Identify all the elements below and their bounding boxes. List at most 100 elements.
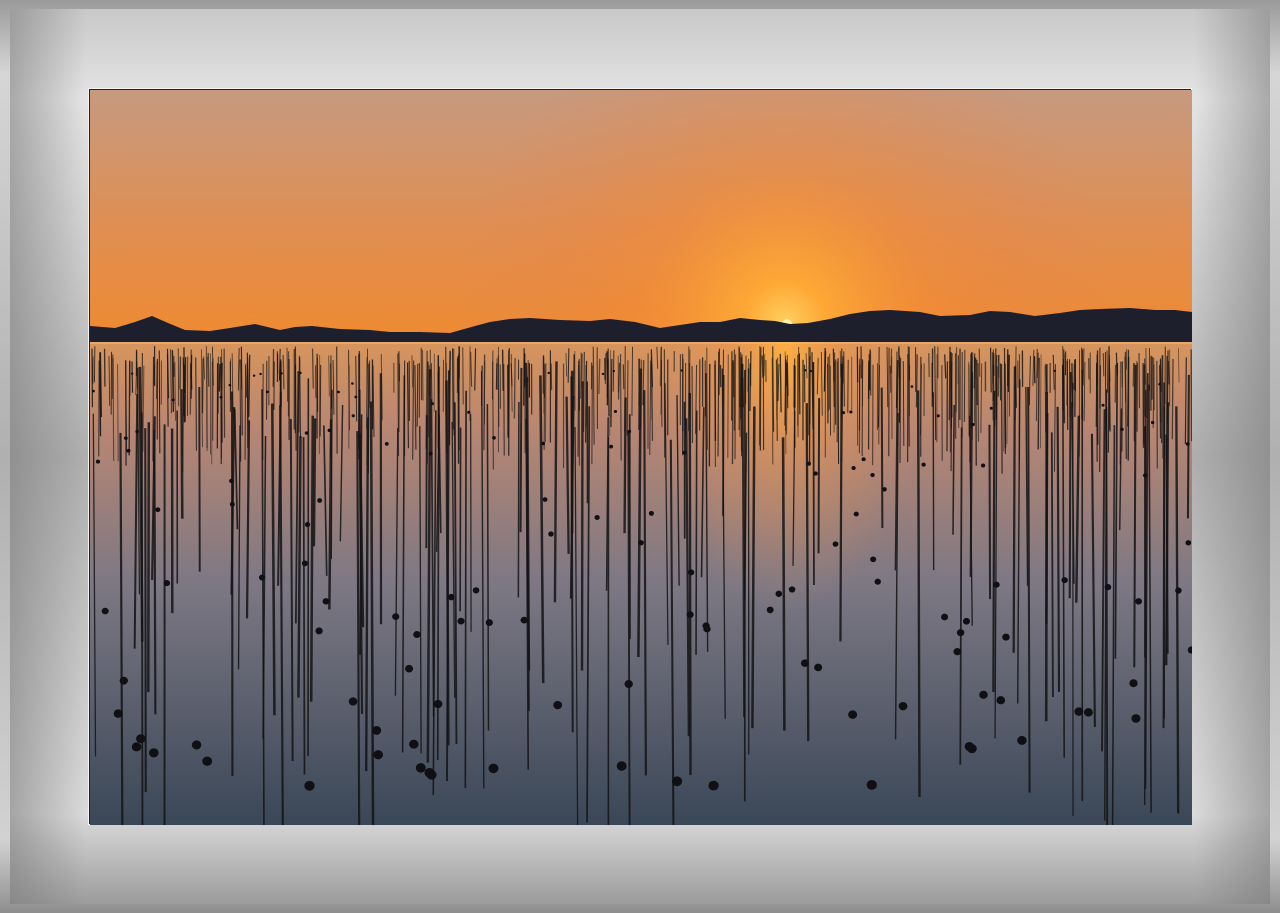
buoy xyxy=(627,429,632,434)
buoy xyxy=(415,763,426,773)
pole xyxy=(464,390,467,788)
pole xyxy=(781,437,786,731)
buoy xyxy=(202,756,213,766)
buoy xyxy=(327,428,332,433)
buoy xyxy=(409,739,419,749)
buoy xyxy=(882,487,887,492)
buoy xyxy=(979,690,988,699)
buoy xyxy=(492,436,496,440)
pole xyxy=(620,353,622,461)
buoy xyxy=(131,742,142,752)
buoy xyxy=(788,586,796,593)
buoy xyxy=(708,780,719,791)
buoy xyxy=(123,436,128,440)
pole xyxy=(992,390,996,693)
buoy xyxy=(229,478,234,484)
buoy xyxy=(1120,427,1124,432)
buoy xyxy=(1185,442,1190,446)
pole xyxy=(779,353,782,413)
picture-frame xyxy=(0,0,1280,913)
buoy xyxy=(638,539,644,546)
pole xyxy=(1068,371,1072,599)
buoy xyxy=(252,374,256,377)
buoy xyxy=(1083,708,1093,717)
buoy xyxy=(601,372,605,376)
pole xyxy=(722,375,725,516)
buoy xyxy=(371,726,382,735)
sunset-photo xyxy=(90,90,1192,825)
buoy xyxy=(766,606,774,614)
pole xyxy=(659,347,662,387)
buoy xyxy=(299,371,302,375)
pole xyxy=(328,355,330,397)
pole xyxy=(948,346,951,421)
pole xyxy=(1127,349,1130,427)
buoy xyxy=(191,740,202,750)
buoy xyxy=(317,498,323,503)
buoy xyxy=(163,580,171,587)
buoy xyxy=(848,710,858,719)
buoy xyxy=(814,663,823,672)
pole xyxy=(451,348,454,430)
pole xyxy=(899,357,902,463)
pole xyxy=(843,351,845,407)
buoy xyxy=(921,462,926,467)
buoy xyxy=(1017,735,1027,745)
buoy xyxy=(219,395,223,399)
buoy xyxy=(304,431,309,435)
buoy xyxy=(671,776,683,787)
buoy xyxy=(229,501,235,507)
pole xyxy=(416,363,419,427)
buoy xyxy=(613,410,618,414)
buoy xyxy=(870,556,877,563)
pole xyxy=(738,346,741,408)
buoy xyxy=(870,472,875,478)
pole xyxy=(902,361,905,447)
buoy xyxy=(488,763,499,774)
pole xyxy=(1074,360,1077,391)
pole xyxy=(976,359,979,406)
pole xyxy=(839,363,843,642)
pole xyxy=(631,346,633,416)
buoy xyxy=(956,629,965,637)
buoy xyxy=(609,444,614,449)
pole xyxy=(190,364,193,390)
buoy xyxy=(348,697,358,706)
buoy xyxy=(861,457,866,462)
pole xyxy=(517,402,520,598)
pole xyxy=(501,349,504,391)
buoy xyxy=(941,613,949,621)
buoy xyxy=(813,471,818,476)
buoy xyxy=(1142,473,1148,478)
buoy xyxy=(953,647,962,656)
pole xyxy=(877,347,880,428)
buoy xyxy=(548,531,554,537)
buoy xyxy=(1101,403,1105,407)
buoy xyxy=(322,598,330,605)
buoy xyxy=(457,617,465,625)
buoy xyxy=(898,701,908,711)
sun-glow xyxy=(90,90,1192,342)
buoy xyxy=(258,574,266,581)
pole xyxy=(503,363,505,456)
buoy xyxy=(1135,598,1143,605)
pole xyxy=(282,354,285,390)
pole xyxy=(1102,353,1105,377)
pole xyxy=(578,360,580,411)
buoy xyxy=(800,659,809,667)
pole xyxy=(166,353,169,427)
buoy xyxy=(130,372,134,375)
pole xyxy=(1000,364,1003,474)
pole xyxy=(519,367,523,533)
pole xyxy=(311,348,314,389)
buoy xyxy=(405,664,414,673)
buoy xyxy=(426,770,437,780)
buoy xyxy=(866,779,877,790)
buoy xyxy=(520,616,528,624)
buoy xyxy=(680,369,683,372)
pole xyxy=(553,361,558,603)
pole xyxy=(201,358,204,414)
buoy xyxy=(304,522,311,528)
pole xyxy=(184,357,187,422)
pole xyxy=(550,363,553,391)
